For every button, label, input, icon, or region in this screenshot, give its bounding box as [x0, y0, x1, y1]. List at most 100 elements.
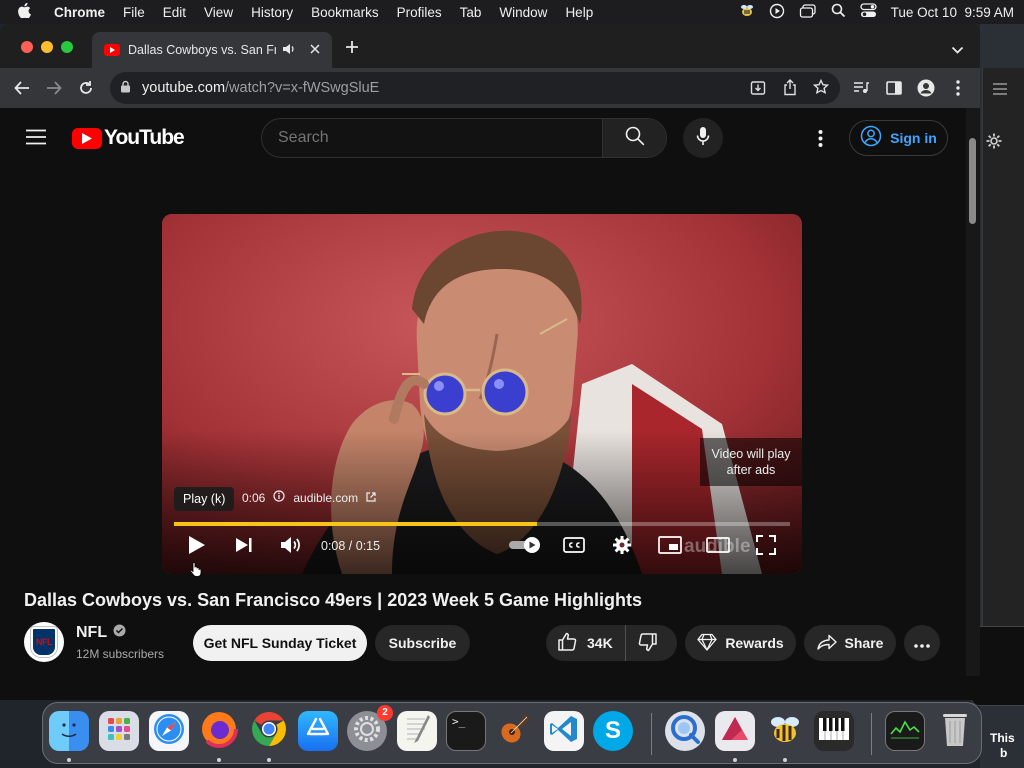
video-title: Dallas Cowboys vs. San Francisco 49ers |… — [24, 590, 642, 610]
tab-youtube[interactable]: Dallas Cowboys vs. San Fr — [92, 32, 332, 68]
dock-bee-app[interactable] — [765, 711, 805, 751]
video-player[interactable]: Play (k) 0:06 audible.com Video will pla… — [162, 214, 802, 574]
like-button[interactable]: 34K — [546, 625, 626, 661]
sign-in-label: Sign in — [890, 130, 937, 146]
volume-icon[interactable] — [276, 530, 306, 560]
ad-info-icon[interactable] — [273, 490, 285, 505]
tab-close-icon[interactable] — [310, 43, 320, 57]
bee-status-icon[interactable] — [739, 3, 755, 22]
back-button[interactable] — [10, 76, 34, 100]
dislike-button[interactable] — [626, 632, 658, 655]
share-page-icon[interactable] — [783, 79, 797, 100]
menu-view[interactable]: View — [195, 5, 242, 20]
next-button[interactable] — [229, 530, 259, 560]
dock-garageband[interactable] — [495, 711, 535, 751]
side-panel-icon[interactable] — [882, 76, 906, 100]
dock-firefox[interactable] — [199, 709, 239, 751]
reload-button[interactable] — [74, 76, 98, 100]
search-box[interactable] — [261, 118, 667, 158]
search-button[interactable] — [602, 119, 666, 157]
dock-piano-app[interactable] — [814, 711, 854, 751]
dock-vscode[interactable] — [544, 711, 584, 751]
menu-profiles[interactable]: Profiles — [388, 5, 451, 20]
apple-menu-icon[interactable] — [0, 2, 45, 21]
play-button[interactable] — [182, 530, 212, 560]
sunday-ticket-button[interactable]: Get NFL Sunday Ticket — [193, 625, 367, 661]
dock-affinity[interactable] — [715, 711, 755, 751]
background-window[interactable] — [982, 68, 1024, 648]
guide-menu-icon[interactable] — [26, 129, 46, 150]
window-switch-icon[interactable] — [799, 3, 817, 22]
dock-app-store[interactable] — [298, 711, 338, 751]
zoom-window-button[interactable] — [61, 41, 73, 53]
dock-launchpad[interactable] — [99, 711, 139, 751]
dock-finder[interactable] — [49, 711, 89, 751]
lock-icon[interactable] — [120, 80, 131, 97]
menu-app-chrome[interactable]: Chrome — [45, 5, 114, 20]
play-status-icon[interactable] — [769, 3, 785, 22]
media-controls-icon[interactable] — [849, 76, 873, 100]
scrollbar-thumb[interactable] — [969, 138, 976, 224]
firefox-running-indicator — [217, 758, 221, 762]
forward-button[interactable] — [42, 76, 66, 100]
subscribe-button[interactable]: Subscribe — [375, 625, 470, 661]
chrome-menu-icon[interactable] — [946, 76, 970, 100]
install-app-icon[interactable] — [750, 80, 766, 100]
rewards-button[interactable]: Rewards — [685, 625, 796, 661]
miniplayer-icon[interactable] — [655, 530, 685, 560]
external-link-icon[interactable] — [366, 491, 376, 505]
address-bar[interactable]: youtube.com/watch?v=x-fWSwgSluE — [110, 72, 840, 104]
fullscreen-icon[interactable] — [751, 530, 781, 560]
dock-skype[interactable]: S — [593, 711, 633, 751]
dock-system-settings[interactable]: 2 — [347, 705, 393, 751]
more-actions-button[interactable] — [904, 625, 940, 661]
url-text[interactable]: youtube.com/watch?v=x-fWSwgSluE — [142, 80, 379, 96]
dock-activity-monitor[interactable] — [885, 711, 925, 751]
autoplay-toggle-icon[interactable] — [506, 530, 544, 560]
close-window-button[interactable] — [21, 41, 33, 53]
share-arrow-icon — [816, 634, 837, 653]
spotlight-search-icon[interactable] — [831, 3, 846, 21]
dock-terminal[interactable]: >_ — [446, 711, 486, 751]
theater-mode-icon[interactable] — [703, 530, 733, 560]
dock-quicktime[interactable] — [665, 711, 705, 751]
tab-search-chevron-icon[interactable] — [951, 42, 964, 60]
youtube-logo[interactable]: YouTube — [72, 126, 185, 150]
verified-icon — [113, 624, 126, 642]
channel-name[interactable]: NFL — [76, 624, 107, 642]
minimize-window-button[interactable] — [41, 41, 53, 53]
progress-bar[interactable] — [174, 522, 790, 526]
voice-search-button[interactable] — [683, 118, 723, 158]
tab-audio-icon[interactable] — [282, 43, 296, 58]
hamburger-icon[interactable] — [993, 82, 1007, 100]
menu-edit[interactable]: Edit — [154, 5, 195, 20]
menu-history[interactable]: History — [242, 5, 302, 20]
dock-textedit[interactable] — [397, 711, 437, 751]
app-store-icon — [305, 716, 331, 747]
menubar-clock[interactable]: Tue Oct 10 9:59 AM — [891, 5, 1014, 20]
rewards-label: Rewards — [725, 635, 784, 651]
safari-compass-icon — [152, 712, 186, 751]
dock-chrome[interactable] — [249, 711, 289, 751]
ad-domain-link[interactable]: audible.com — [293, 491, 358, 505]
dock-trash[interactable] — [935, 711, 975, 751]
captions-icon[interactable] — [559, 530, 589, 560]
share-button[interactable]: Share — [804, 625, 896, 661]
settings-more-icon[interactable] — [818, 130, 823, 152]
bookmark-star-icon[interactable] — [812, 78, 830, 99]
menu-window[interactable]: Window — [490, 5, 556, 20]
menu-tab[interactable]: Tab — [451, 5, 491, 20]
sign-in-button[interactable]: Sign in — [849, 120, 948, 156]
menu-bookmarks[interactable]: Bookmarks — [302, 5, 388, 20]
menu-file[interactable]: File — [114, 5, 154, 20]
settings-gear-icon[interactable] — [607, 530, 637, 560]
finder-running-indicator — [67, 758, 71, 762]
profile-avatar-icon[interactable] — [914, 76, 938, 100]
dock-safari[interactable] — [149, 711, 189, 751]
settings-gear-icon[interactable] — [985, 132, 1003, 155]
search-input[interactable] — [278, 129, 578, 147]
control-center-icon[interactable] — [860, 3, 877, 21]
channel-avatar[interactable]: NFL — [24, 622, 64, 662]
new-tab-button[interactable] — [344, 39, 360, 60]
menu-help[interactable]: Help — [556, 5, 602, 20]
